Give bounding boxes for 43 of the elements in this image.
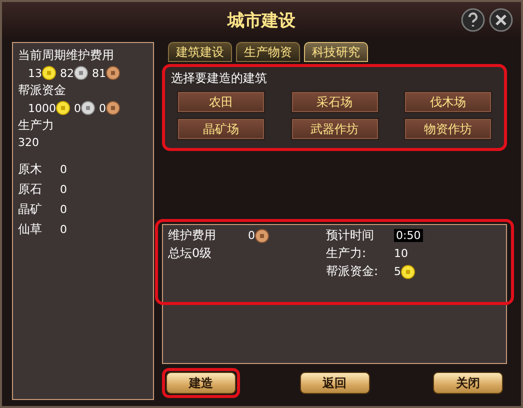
building-button[interactable]: 农田 [177, 91, 265, 113]
resource-value: 0 [60, 223, 68, 236]
coin-amount: 82 [60, 66, 74, 80]
info-label: 帮派资金: [326, 263, 380, 280]
tab[interactable]: 生产物资 [236, 42, 300, 62]
tab[interactable]: 科技研究 [304, 42, 368, 62]
building-button[interactable]: 伐木场 [404, 91, 492, 113]
productivity-value: 10 [394, 247, 408, 260]
resource-value: 0 [60, 163, 68, 176]
info-label: 生产力: [326, 245, 368, 262]
coin-amount: 0 [74, 102, 81, 114]
coin-amount: 0 [248, 229, 255, 242]
action-button[interactable]: 建造 [166, 372, 236, 394]
stat-label: 生产力 [18, 117, 55, 134]
panel-prompt: 选择要建造的建筑 [171, 70, 268, 87]
building-button[interactable]: 物资作坊 [404, 118, 492, 140]
coin-amount: 81 [92, 66, 106, 80]
help-icon[interactable] [461, 8, 485, 32]
resource-value: 0 [60, 203, 68, 216]
building-button[interactable]: 采石场 [290, 91, 378, 113]
building-button[interactable]: 武器作坊 [290, 118, 378, 140]
stat-label: 帮派资金 [18, 82, 67, 99]
action-button[interactable]: 关闭 [433, 372, 503, 394]
resource-name: 原木 [18, 161, 43, 178]
info-label: 维护费用 [168, 227, 217, 244]
coin-amount: 1000 [28, 102, 56, 114]
stat-value: 320 [18, 136, 40, 149]
resource-name: 原石 [18, 181, 43, 198]
time-value: 0:50 [394, 229, 423, 242]
window-title: 城市建设 [228, 10, 296, 32]
resource-value: 0 [60, 183, 68, 196]
coin-amount: 5 [394, 265, 401, 278]
coin-amount: 13 [28, 66, 42, 80]
stat-label: 当前周期维护费用 [18, 47, 115, 64]
close-icon[interactable] [489, 8, 513, 32]
tab[interactable]: 建筑建设 [168, 42, 232, 62]
coin-amount: 0 [99, 102, 106, 114]
action-button[interactable]: 返回 [300, 372, 370, 394]
info-label: 预计时间 [326, 227, 375, 244]
resource-name: 仙草 [18, 221, 43, 238]
level-text: 总坛0级 [168, 245, 212, 262]
building-button[interactable]: 晶矿场 [177, 118, 265, 140]
resource-name: 晶矿 [18, 201, 43, 218]
